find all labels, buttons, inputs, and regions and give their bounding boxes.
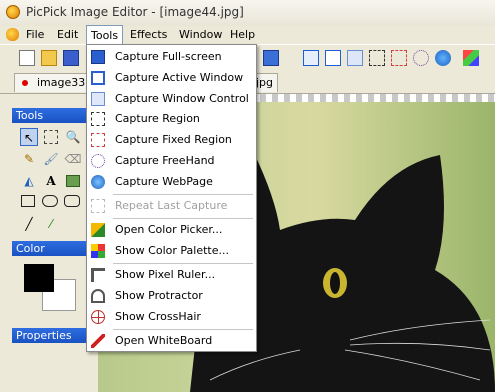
menu-item-capture-webpage[interactable]: Capture WebPage	[87, 172, 256, 192]
ruler-icon	[91, 268, 105, 282]
menu-item-capture-freehand[interactable]: Capture FreeHand	[87, 151, 256, 171]
color-picker-icon[interactable]	[463, 50, 479, 66]
properties-panel-header[interactable]: Properties ⌄	[12, 328, 96, 343]
menu-item-capture-region[interactable]: Capture Region	[87, 109, 256, 129]
capture-fixed-region-icon[interactable]	[391, 50, 407, 66]
modified-dot-icon	[22, 80, 28, 86]
menu-separator	[113, 263, 253, 264]
eraser-tool-icon[interactable]: ⌫	[64, 150, 82, 168]
menu-tools[interactable]: Tools	[86, 25, 124, 44]
menu-window[interactable]: Window	[175, 26, 226, 43]
menu-item-show-protractor[interactable]: Show Protractor	[87, 286, 256, 306]
window-control-icon	[91, 92, 105, 106]
region-icon	[91, 112, 105, 126]
capture-window-icon[interactable]	[263, 50, 279, 66]
whiteboard-icon	[91, 334, 105, 348]
pencil-tool-icon[interactable]: ✎	[20, 150, 38, 168]
protractor-icon	[91, 289, 105, 303]
ellipse-tool-icon[interactable]	[42, 195, 58, 207]
rounded-rect-tool-icon[interactable]	[64, 195, 80, 207]
tools-panel-header[interactable]: Tools ⌄	[12, 108, 96, 123]
menu-separator	[113, 329, 253, 330]
new-file-icon[interactable]	[19, 50, 35, 66]
repeat-icon	[91, 199, 105, 213]
left-panel: Tools ⌄ ↖ 🔍 ✎ 🖌 ⌫ ◭ A ╱ ⁄ Color ⌄ Proper…	[0, 94, 98, 392]
monitor-icon	[91, 50, 105, 64]
menu-separator	[113, 218, 253, 219]
fixed-region-icon	[91, 133, 105, 147]
menu-help[interactable]: Help	[226, 26, 259, 43]
window-icon	[91, 71, 105, 85]
menu-item-open-color-picker[interactable]: Open Color Picker...	[87, 220, 256, 240]
tools-menu-dropdown: Capture Full-screen Capture Active Windo…	[86, 44, 257, 352]
menu-item-show-crosshair[interactable]: Show CrossHair	[87, 307, 256, 327]
capture-fullscreen-icon[interactable]	[303, 50, 319, 66]
menu-item-open-whiteboard[interactable]: Open WhiteBoard	[87, 331, 256, 351]
menu-item-capture-fixed-region[interactable]: Capture Fixed Region	[87, 130, 256, 150]
capture-region-icon[interactable]	[369, 50, 385, 66]
webpage-icon	[91, 175, 105, 189]
app-icon	[6, 5, 20, 19]
menu-file[interactable]: File	[22, 26, 48, 43]
capture-active-window-icon[interactable]	[325, 50, 341, 66]
title-bar: PicPick Image Editor - [image44.jpg]	[0, 0, 495, 26]
tools-panel-title: Tools	[16, 109, 44, 122]
open-folder-icon[interactable]	[41, 50, 57, 66]
menu-effects[interactable]: Effects	[126, 26, 171, 43]
menu-item-capture-fullscreen[interactable]: Capture Full-screen	[87, 47, 256, 67]
menu-bar: File Edit Tools Effects Window Help	[0, 25, 495, 44]
save-icon[interactable]	[63, 50, 79, 66]
image-tool-icon[interactable]	[66, 175, 80, 187]
menu-item-show-pixel-ruler[interactable]: Show Pixel Ruler...	[87, 265, 256, 285]
rectangle-tool-icon[interactable]	[21, 195, 35, 207]
arrow-select-tool-icon[interactable]: ↖	[20, 128, 38, 146]
crosshair-icon	[91, 310, 105, 324]
foreground-color-swatch[interactable]	[24, 264, 54, 292]
eyedropper-tool-icon[interactable]: ⁄	[42, 215, 60, 233]
capture-webpage-icon[interactable]	[435, 50, 451, 66]
menu-item-capture-active-window[interactable]: Capture Active Window	[87, 68, 256, 88]
properties-panel-title: Properties	[16, 329, 72, 342]
capture-control-icon[interactable]	[347, 50, 363, 66]
rect-select-tool-icon[interactable]	[44, 130, 58, 144]
zoom-tool-icon[interactable]: 🔍	[64, 128, 82, 146]
menu-edit[interactable]: Edit	[53, 26, 82, 43]
app-menu-icon[interactable]	[6, 28, 19, 41]
color-panel-header[interactable]: Color ⌄	[12, 241, 96, 256]
menu-item-show-color-palette[interactable]: Show Color Palette...	[87, 241, 256, 261]
line-tool-icon[interactable]: ╱	[20, 215, 38, 233]
tab-label: jpg	[256, 76, 274, 89]
capture-freehand-icon[interactable]	[413, 50, 429, 66]
text-tool-icon[interactable]: A	[42, 172, 60, 190]
menu-item-repeat-last-capture: Repeat Last Capture	[87, 196, 256, 216]
palette-icon	[91, 244, 105, 258]
brush-tool-icon[interactable]: 🖌	[42, 150, 60, 168]
menu-separator	[113, 194, 253, 195]
fill-tool-icon[interactable]: ◭	[20, 172, 38, 190]
menu-item-capture-window-control[interactable]: Capture Window Control	[87, 89, 256, 109]
color-picker-icon	[91, 223, 105, 237]
color-panel-title: Color	[16, 242, 45, 255]
window-title: PicPick Image Editor - [image44.jpg]	[26, 5, 244, 19]
freehand-icon	[91, 154, 105, 168]
